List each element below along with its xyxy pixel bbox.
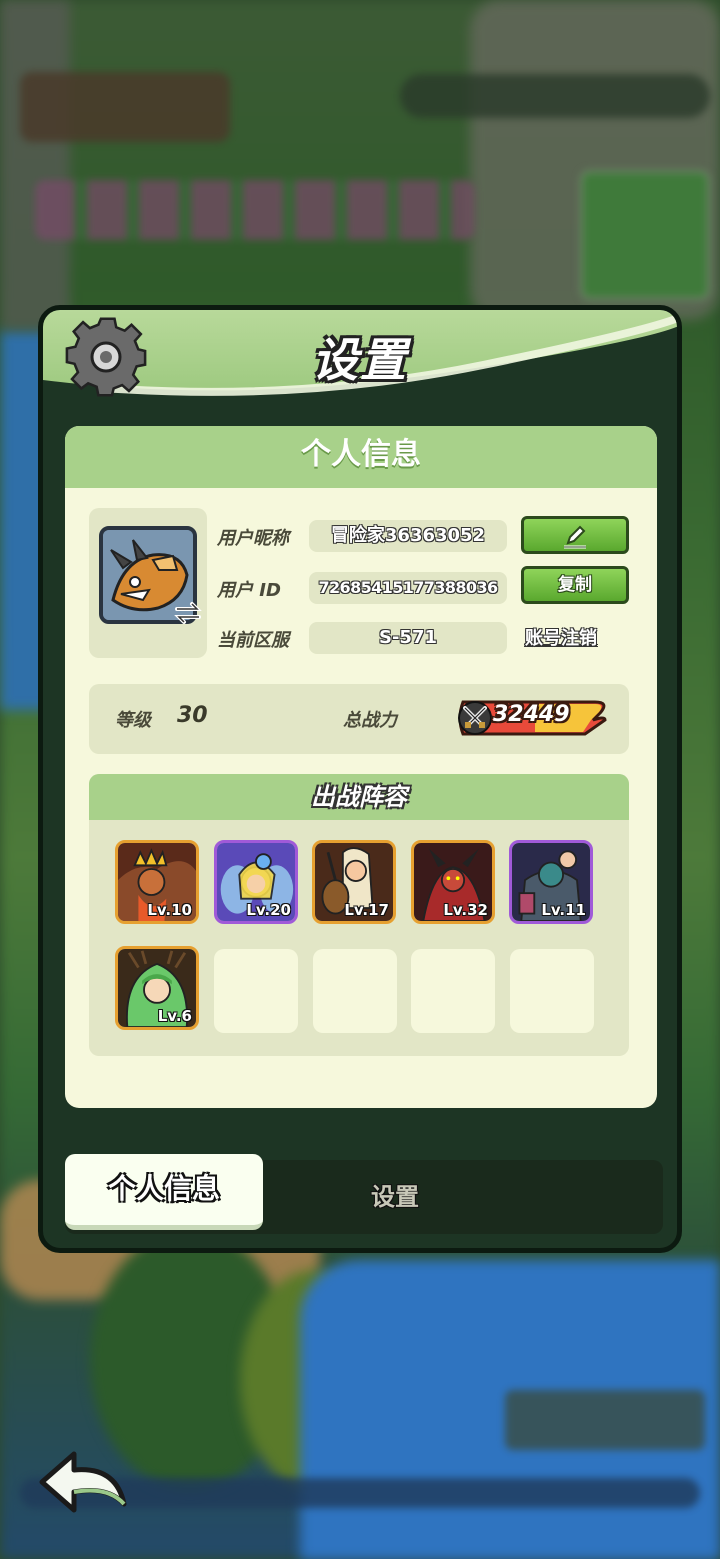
- power-value: 32449: [493, 702, 570, 727]
- empty-hero-slot[interactable]: [313, 949, 397, 1033]
- hero-level: Lv.10: [147, 901, 192, 919]
- level-value: 30: [177, 703, 208, 728]
- resource-bar-blurred: [400, 74, 710, 118]
- dialog-title: 设置: [312, 333, 408, 387]
- pencil-icon: [564, 525, 586, 549]
- tab-settings[interactable]: 设置: [335, 1160, 455, 1234]
- avatar-container: [89, 508, 207, 658]
- battle-lineup: 出战阵容 Lv.10 Lv.20 Lv.17 Lv.32 Lv.11 Lv.6: [89, 774, 629, 1056]
- power-label: 总战力: [343, 710, 397, 731]
- hero-level: Lv.17: [344, 901, 389, 919]
- nickname-value: 冒险家36363052: [309, 520, 507, 552]
- hero-slot[interactable]: Lv.20: [214, 840, 298, 924]
- cliff-bg-left: [0, 0, 70, 330]
- hero-slot[interactable]: Lv.17: [312, 840, 396, 924]
- power-badge: 32449: [455, 698, 611, 738]
- crossed-swords-icon: [463, 706, 487, 728]
- back-arrow-icon[interactable]: [38, 1448, 130, 1520]
- server-label: 当前区服: [217, 630, 289, 651]
- empty-hero-slot[interactable]: [510, 949, 594, 1033]
- task-panel-blurred: [505, 1390, 705, 1450]
- dialog-header: 设置: [43, 310, 677, 410]
- hero-slot[interactable]: Lv.6: [115, 946, 199, 1030]
- copy-id-button[interactable]: 复制: [521, 566, 629, 604]
- panel-title: 个人信息: [65, 426, 657, 488]
- hero-slot[interactable]: Lv.10: [115, 840, 199, 924]
- empty-hero-slot[interactable]: [411, 949, 495, 1033]
- personal-info-panel: 个人信息 用户昵称 冒险家36363052 用户 ID 726854151773…: [65, 426, 657, 1108]
- nickname-label: 用户昵称: [217, 528, 289, 549]
- swap-arrows-icon[interactable]: [173, 598, 203, 628]
- hero-slot[interactable]: Lv.11: [509, 840, 593, 924]
- hero-level: Lv.20: [246, 901, 291, 919]
- hero-slot[interactable]: Lv.32: [411, 840, 495, 924]
- minimap-blurred: [580, 170, 710, 300]
- stats-row: 等级 30 总战力 32449: [89, 684, 629, 754]
- player-hud-blurred: [20, 72, 230, 142]
- hero-level: Lv.6: [157, 1007, 192, 1025]
- hero-bar-blurred: [35, 180, 475, 240]
- dialog-tab-bar: 个人信息 设置: [65, 1154, 663, 1234]
- user-id-label: 用户 ID: [217, 580, 281, 601]
- server-value: S-571: [309, 622, 507, 654]
- user-id-value: 726854151773880​36: [309, 572, 507, 604]
- hero-level: Lv.32: [443, 901, 488, 919]
- delete-account-link[interactable]: 账号注销: [525, 624, 597, 650]
- hero-level: Lv.11: [541, 901, 586, 919]
- empty-hero-slot[interactable]: [214, 949, 298, 1033]
- tab-personal-info[interactable]: 个人信息: [65, 1154, 263, 1230]
- settings-dialog: 设置 个人信息 用户昵称 冒险家36363052 用户 ID 726854151…: [38, 305, 682, 1253]
- level-label: 等级: [115, 710, 151, 731]
- lineup-title: 出战阵容: [89, 774, 629, 820]
- edit-nickname-button[interactable]: [521, 516, 629, 554]
